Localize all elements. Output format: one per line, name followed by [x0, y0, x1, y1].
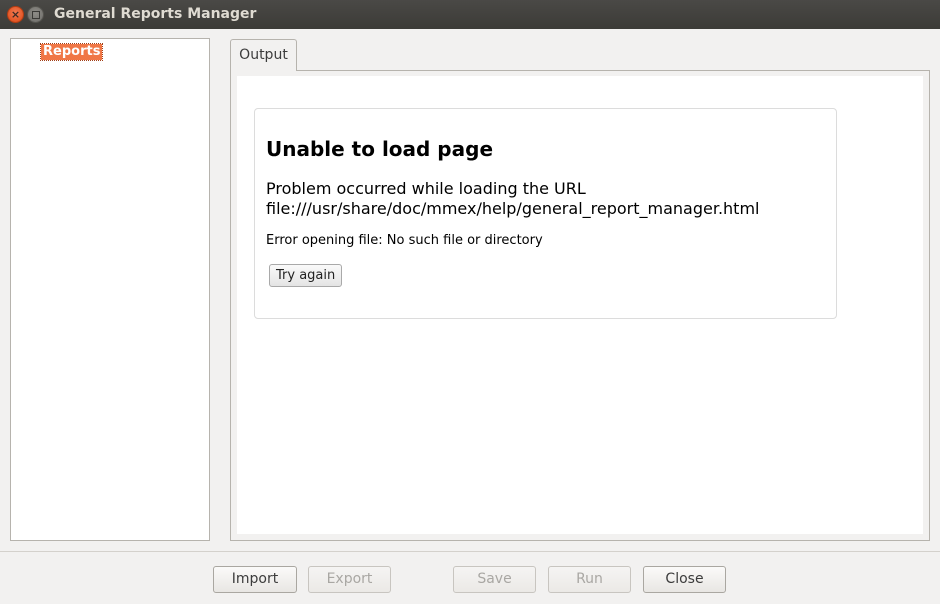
window-minimize-icon[interactable] — [27, 6, 44, 23]
window-close-icon[interactable]: × — [7, 6, 24, 23]
window-title: General Reports Manager — [54, 6, 257, 22]
output-page: Unable to load page Problem occurred whi… — [237, 76, 923, 534]
error-message: Problem occurred while loading the URL f… — [266, 179, 759, 219]
save-button[interactable]: Save — [453, 566, 536, 593]
error-url: file:///usr/share/doc/mmex/help/general_… — [266, 199, 760, 218]
try-again-button[interactable]: Try again — [269, 264, 343, 287]
reports-tree[interactable]: Reports — [10, 38, 210, 541]
close-button[interactable]: Close — [643, 566, 726, 593]
run-button[interactable]: Run — [548, 566, 631, 593]
title-bar: × General Reports Manager — [0, 0, 940, 29]
error-message-line1: Problem occurred while loading the URL — [266, 179, 586, 198]
error-heading: Unable to load page — [266, 137, 494, 161]
tab-output[interactable]: Output — [230, 39, 297, 71]
tree-item-reports[interactable]: Reports — [39, 43, 104, 61]
import-button[interactable]: Import — [213, 566, 297, 593]
error-detail: Error opening file: No such file or dire… — [266, 233, 543, 248]
export-button[interactable]: Export — [308, 566, 391, 593]
error-box: Unable to load page Problem occurred whi… — [254, 108, 837, 319]
bottom-separator — [0, 551, 940, 552]
